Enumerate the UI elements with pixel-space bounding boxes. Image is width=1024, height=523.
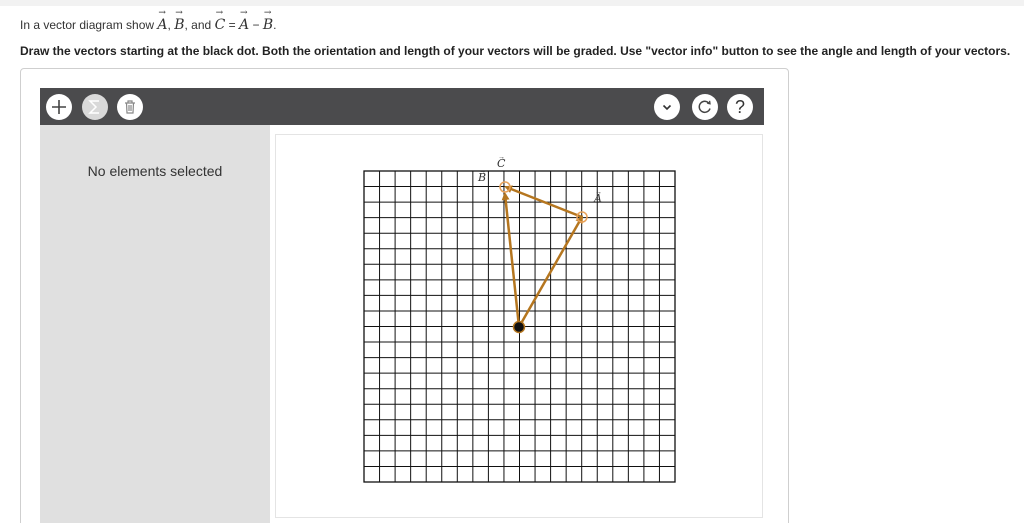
plus-icon	[52, 100, 66, 114]
reset-button[interactable]	[692, 94, 718, 120]
question-and: , and	[184, 18, 212, 32]
vector-c-symbol: C	[215, 8, 226, 33]
vector-a-symbol-2: A	[239, 8, 249, 33]
vector-a-symbol: A	[157, 8, 167, 33]
minus-sign: −	[252, 18, 260, 32]
chevron-down-icon	[662, 104, 672, 111]
reset-icon	[698, 100, 711, 114]
top-strip	[0, 0, 1024, 6]
trash-icon	[125, 100, 135, 114]
no-selection-message: No elements selected	[87, 163, 223, 179]
vector-a-label: A →	[593, 189, 602, 205]
delete-button[interactable]	[117, 94, 143, 120]
question-prefix: In a vector diagram show	[20, 18, 155, 32]
vector-diagram[interactable]: A → B → C →	[276, 135, 764, 519]
origin-dot	[512, 320, 526, 334]
equals-sign: =	[228, 18, 236, 32]
question-period: .	[273, 18, 277, 32]
add-vector-button[interactable]	[46, 94, 72, 120]
help-button[interactable]: ?	[727, 94, 753, 120]
vector-b-symbol: B	[174, 8, 184, 33]
element-sidebar: No elements selected	[40, 125, 270, 523]
sum-vectors-button[interactable]	[82, 94, 108, 120]
svg-text:→: →	[479, 168, 486, 175]
vector-b-symbol-2: B	[263, 8, 273, 33]
vector-info-dropdown-button[interactable]	[654, 94, 680, 120]
vector-b-label: B →	[477, 168, 486, 184]
vector-b[interactable]	[501, 192, 521, 328]
vector-canvas[interactable]: A → B → C →	[275, 134, 763, 518]
instructions-text: Draw the vectors starting at the black d…	[20, 44, 1011, 58]
svg-text:→: →	[595, 189, 602, 196]
question-comma: ,	[167, 18, 171, 32]
vector-c-label: C →	[497, 154, 506, 170]
drawing-toolbar: ?	[40, 88, 764, 125]
question-text: In a vector diagram show A, B, and C = A…	[20, 8, 277, 33]
sigma-icon	[88, 100, 99, 114]
svg-text:→: →	[498, 154, 505, 161]
